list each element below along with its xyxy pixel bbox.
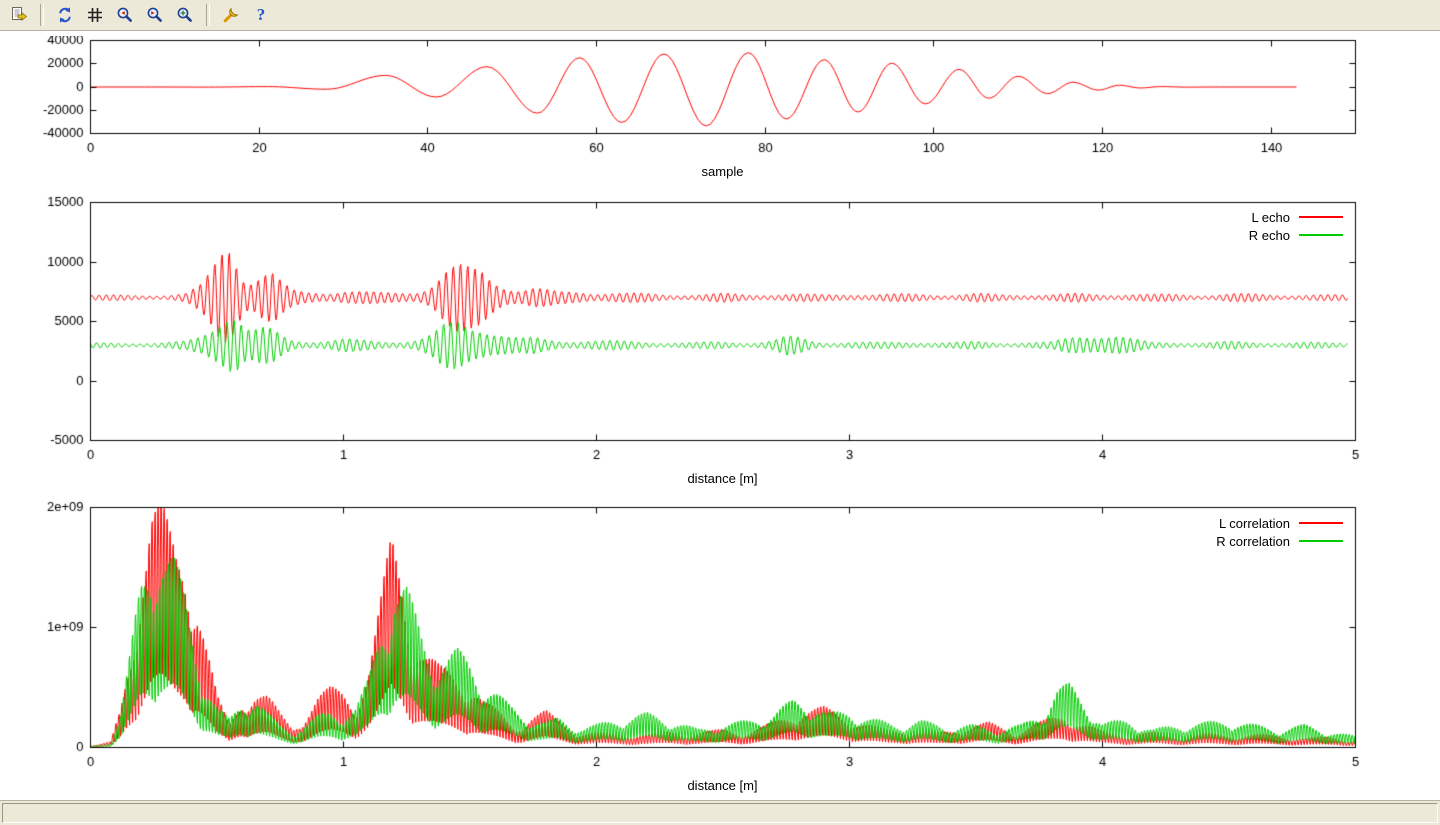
replot-button[interactable] [52, 3, 78, 27]
legend-item-r-correlation: R correlation [1216, 534, 1343, 548]
zoom-previous-icon [116, 6, 134, 24]
toolbar: ? [0, 0, 1440, 31]
chart2-xaxis-title: distance [m] [90, 471, 1355, 486]
legend-item-l-correlation: L correlation [1219, 516, 1343, 530]
autoscale-button[interactable] [172, 3, 198, 27]
chart2-legend: L echo R echo [1249, 210, 1343, 242]
legend-line-sample [1299, 216, 1343, 218]
zoom-previous-button[interactable] [112, 3, 138, 27]
chirp-signal-chart[interactable] [0, 36, 1440, 161]
legend-label: L echo [1251, 210, 1290, 225]
legend-item-r-echo: R echo [1249, 228, 1343, 242]
legend-line-sample [1299, 234, 1343, 236]
magnifier-icon [176, 6, 194, 24]
toolbar-separator [206, 4, 210, 26]
legend-line-sample [1299, 522, 1343, 524]
help-icon: ? [257, 5, 266, 25]
legend-label: R echo [1249, 228, 1290, 243]
help-button[interactable]: ? [248, 3, 274, 27]
configure-button[interactable] [218, 3, 244, 27]
legend-line-sample [1299, 540, 1343, 542]
echo-chart[interactable] [0, 192, 1440, 470]
chart3-legend: L correlation R correlation [1216, 516, 1343, 548]
grid-icon [86, 6, 104, 24]
copy-icon [10, 6, 28, 24]
legend-label: R correlation [1216, 534, 1290, 549]
zoom-next-icon [146, 6, 164, 24]
status-field [2, 803, 1438, 823]
gnuplot-window: ? sample L echo R echo distance [m] L co… [0, 0, 1440, 825]
status-bar [0, 800, 1440, 825]
legend-item-l-echo: L echo [1251, 210, 1343, 224]
zoom-next-button[interactable] [142, 3, 168, 27]
chart1-xaxis-title: sample [90, 164, 1355, 179]
toolbar-separator [40, 4, 44, 26]
copy-to-clipboard-button[interactable] [6, 3, 32, 27]
wrench-icon [222, 6, 240, 24]
legend-label: L correlation [1219, 516, 1290, 531]
refresh-icon [56, 6, 74, 24]
grid-toggle-button[interactable] [82, 3, 108, 27]
